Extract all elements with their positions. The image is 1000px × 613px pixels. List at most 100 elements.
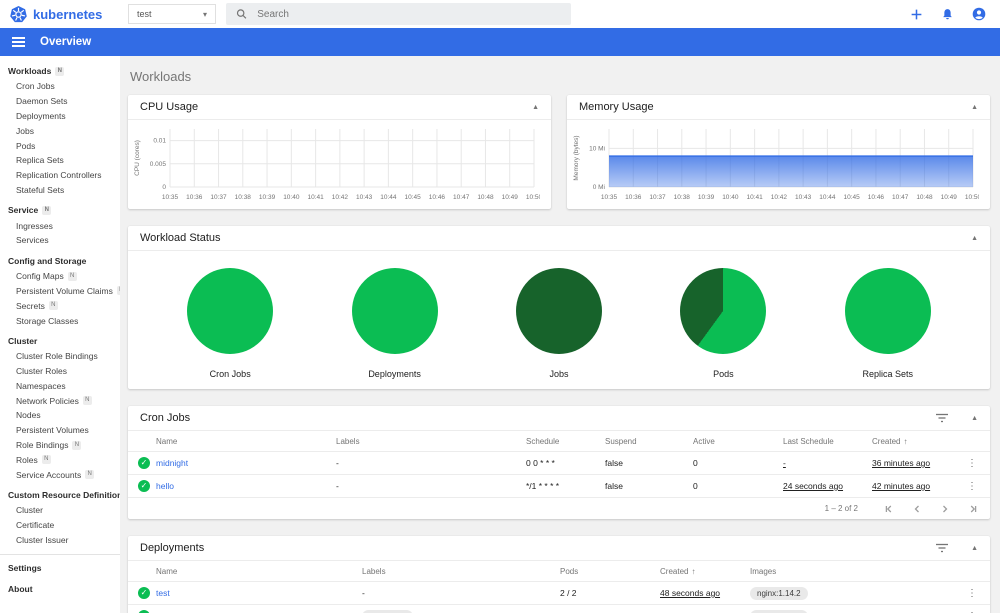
filter-icon[interactable]	[935, 542, 949, 554]
column-header-created[interactable]: Created ↑	[660, 567, 750, 576]
sidebar-item-replication-controllers[interactable]: Replication Controllers	[0, 168, 120, 183]
last-page-icon[interactable]	[968, 504, 978, 514]
cell-name[interactable]: test	[156, 588, 362, 598]
sidebar-item-daemon-sets[interactable]: Daemon Sets	[0, 94, 120, 109]
sidebar-item-replica-sets[interactable]: Replica Sets	[0, 153, 120, 168]
kebab-menu-icon[interactable]: ⋮	[962, 481, 982, 492]
sidebar-section-workloads[interactable]: Workloads N	[0, 62, 120, 79]
sidebar-item-ingresses[interactable]: Ingresses	[0, 218, 120, 233]
kebab-menu-icon[interactable]: ⋮	[962, 458, 982, 469]
sidebar-item-settings[interactable]: Settings	[0, 559, 120, 576]
cell-labels: app: nginx	[362, 609, 560, 613]
collapse-icon[interactable]: ▲	[971, 545, 978, 552]
sidebar-item-config-maps[interactable]: Config Maps N	[0, 269, 120, 284]
sidebar-item-cluster-roles[interactable]: Cluster Roles	[0, 364, 120, 379]
check-circle-icon: ✓	[138, 587, 150, 599]
sidebar-item-persistent-volumes[interactable]: Persistent Volumes	[0, 423, 120, 438]
sidebar-item-certificate[interactable]: Certificate	[0, 518, 120, 533]
sidebar-item-about[interactable]: About	[0, 580, 120, 597]
sidebar-item-cluster[interactable]: Cluster	[0, 503, 120, 518]
check-circle-icon: ✓	[138, 480, 150, 492]
namespace-value: test	[137, 9, 152, 19]
sidebar-item-label: Role Bindings	[16, 440, 69, 451]
column-header-labels[interactable]: Labels	[336, 437, 526, 446]
column-header-pods[interactable]: Pods	[560, 567, 660, 576]
sidebar-item-nodes[interactable]: Nodes	[0, 408, 120, 423]
sidebar-item-pods[interactable]: Pods	[0, 138, 120, 153]
deployments-table: Name Labels Pods Created ↑ Images ✓ test - 2 / 2 4…	[128, 561, 990, 613]
collapse-icon[interactable]: ▲	[971, 415, 978, 422]
svg-text:10:41: 10:41	[307, 194, 324, 201]
sidebar-item-persistent-volume-claims[interactable]: Persistent Volume ClaimsN	[0, 284, 120, 299]
cron-jobs-card: Cron Jobs ▲ Name Labels Schedule Suspend Act…	[128, 406, 990, 519]
logo-text: kubernetes	[33, 6, 103, 22]
svg-text:10:38: 10:38	[235, 194, 252, 201]
sidebar-item-cron-jobs[interactable]: Cron Jobs	[0, 79, 120, 94]
sidebar-section-cluster[interactable]: Cluster	[0, 332, 120, 349]
sidebar-item-service-accounts[interactable]: Service Accounts N	[0, 467, 120, 482]
sidebar-item-label: Deployments	[16, 110, 66, 121]
svg-text:10:36: 10:36	[625, 194, 642, 201]
next-page-icon[interactable]	[940, 504, 950, 514]
bell-icon[interactable]	[941, 8, 954, 21]
column-header-active[interactable]: Active	[693, 437, 783, 446]
pie-title: Replica Sets	[862, 369, 914, 379]
sidebar-item-services[interactable]: Services	[0, 233, 120, 248]
search-input[interactable]	[257, 8, 561, 20]
column-header-suspend[interactable]: Suspend	[605, 437, 693, 446]
sidebar-item-label: Nodes	[16, 410, 41, 421]
sidebar-item-secrets[interactable]: Secrets N	[0, 298, 120, 313]
sidebar: Workloads N Cron Jobs Daemon Sets Deployment…	[0, 56, 120, 613]
cell-name[interactable]: hello	[156, 481, 336, 491]
user-icon[interactable]	[972, 7, 986, 21]
sidebar-item-namespaces[interactable]: Namespaces	[0, 379, 120, 394]
column-header-last-schedule[interactable]: Last Schedule	[783, 437, 872, 446]
sidebar-item-role-bindings[interactable]: Role Bindings N	[0, 438, 120, 453]
status-cell: ✓	[138, 480, 156, 492]
plus-icon[interactable]	[910, 8, 923, 21]
sidebar-item-cluster-role-bindings[interactable]: Cluster Role Bindings	[0, 349, 120, 364]
column-header-name[interactable]: Name	[156, 437, 336, 446]
svg-text:10:46: 10:46	[868, 194, 885, 201]
memory-usage-title: Memory Usage	[579, 101, 654, 113]
svg-text:10:49: 10:49	[941, 194, 958, 201]
sidebar-item-stateful-sets[interactable]: Stateful Sets	[0, 182, 120, 197]
workload-status-card: Workload Status ▲ Cron Jobs Deployments Jo…	[128, 226, 990, 389]
hamburger-menu-icon[interactable]	[12, 36, 25, 48]
cell-schedule: */1 * * * *	[526, 481, 560, 491]
collapse-icon[interactable]: ▲	[971, 104, 978, 111]
collapse-icon[interactable]: ▲	[971, 235, 978, 242]
status-cell: ✓	[138, 457, 156, 469]
svg-text:10:45: 10:45	[844, 194, 861, 201]
first-page-icon[interactable]	[884, 504, 894, 514]
svg-text:0.005: 0.005	[150, 161, 167, 168]
previous-page-icon[interactable]	[912, 504, 922, 514]
kubernetes-logo[interactable]: kubernetes	[0, 5, 118, 23]
column-header-labels[interactable]: Labels	[362, 567, 560, 576]
workload-pie-pods: Pods	[680, 268, 767, 379]
sidebar-section-config-and-storage[interactable]: Config and Storage	[0, 252, 120, 269]
sidebar-item-label: About	[8, 584, 33, 595]
sidebar-section-custom-resource-definitions[interactable]: Custom Resource Definitions	[0, 486, 120, 503]
sidebar-item-jobs[interactable]: Jobs	[0, 123, 120, 138]
label-chip: nginx:1.14.2	[750, 586, 808, 600]
filter-icon[interactable]	[935, 412, 949, 424]
sidebar-item-network-policies[interactable]: Network Policies N	[0, 393, 120, 408]
column-header-name[interactable]: Name	[156, 567, 362, 576]
collapse-icon[interactable]: ▲	[532, 104, 539, 111]
search-bar[interactable]	[226, 3, 571, 25]
sidebar-item-cluster-issuer[interactable]: Cluster Issuer	[0, 533, 120, 548]
namespaced-badge: N	[41, 455, 51, 465]
sidebar-item-deployments[interactable]: Deployments	[0, 109, 120, 124]
column-header-created[interactable]: Created ↑	[872, 437, 962, 446]
column-header-images[interactable]: Images	[750, 567, 962, 576]
pie-title: Jobs	[549, 369, 569, 379]
sidebar-item-roles[interactable]: Roles N	[0, 452, 120, 467]
kebab-menu-icon[interactable]: ⋮	[962, 588, 982, 599]
cell-name[interactable]: midnight	[156, 458, 336, 468]
sidebar-section-service[interactable]: Service N	[0, 201, 120, 218]
sidebar-item-storage-classes[interactable]: Storage Classes	[0, 313, 120, 328]
namespace-select[interactable]: test ▾	[128, 4, 216, 24]
navbar: Overview	[0, 28, 1000, 56]
column-header-schedule[interactable]: Schedule	[526, 437, 605, 446]
